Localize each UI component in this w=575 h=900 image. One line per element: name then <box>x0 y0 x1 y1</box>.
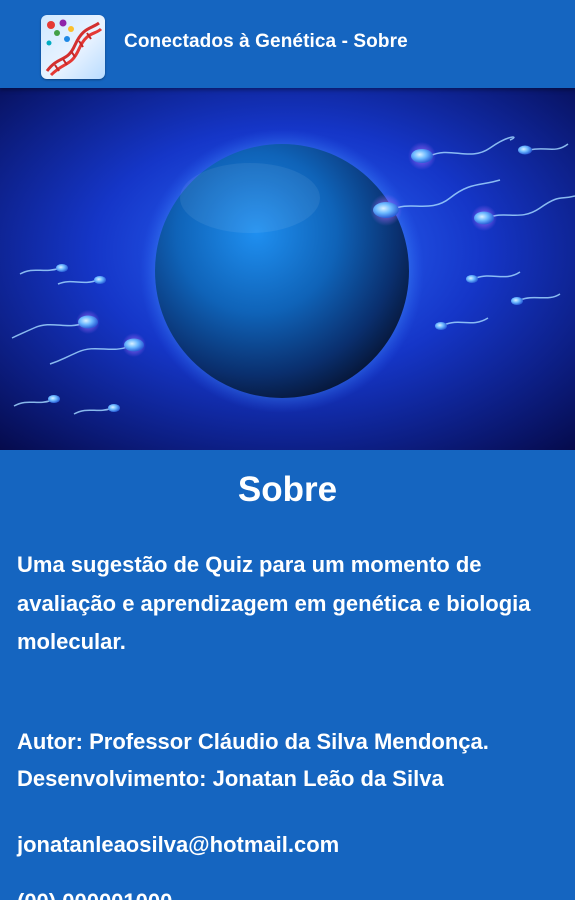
about-description: Uma sugestão de Quiz para um momento de … <box>17 552 531 654</box>
app-bar: Conectados à Genética - Sobre <box>0 0 575 88</box>
app-title: Conectados à Genética - Sobre <box>124 31 408 52</box>
author-credit: Autor: Professor Cláudio da Silva Mendon… <box>17 729 489 754</box>
contact-email[interactable]: jonatanleaosilva@hotmail.com <box>17 832 567 858</box>
about-heading: Sobre <box>237 470 338 509</box>
developer-credit: Desenvolvimento: Jonatan Leão da Silva <box>17 766 444 791</box>
dna-app-icon <box>41 15 105 79</box>
about-screen: Conectados à Genética - Sobre Sobre Uma … <box>0 0 575 900</box>
hero-fertilization-image <box>0 88 575 450</box>
contact-phone[interactable]: (00) 000001000 <box>17 889 567 900</box>
about-content: Sobre Uma sugestão de Quiz para um momen… <box>0 450 575 900</box>
